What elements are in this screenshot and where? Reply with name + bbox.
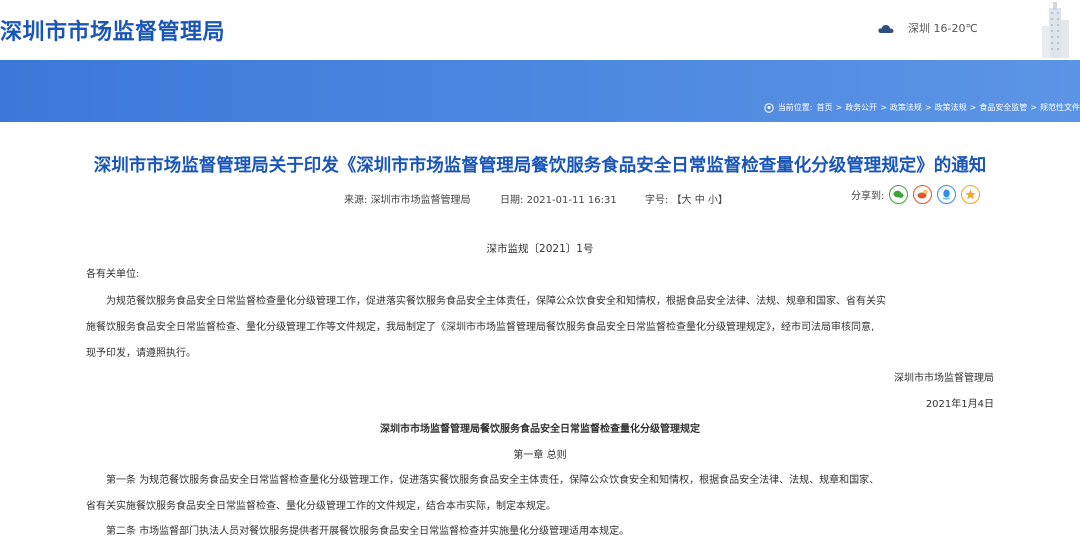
date-info: 日期: 2021-01-11 16:31 <box>500 191 617 206</box>
breadcrumb-item-food-safety[interactable]: 食品安全监管 <box>979 102 1027 113</box>
sign-date: 2021年1月4日 <box>925 399 994 410</box>
breadcrumb-separator: > <box>969 103 977 112</box>
breadcrumb: 当前位置: 首页 > 政务公开 > 政策法规 > 政策法规 > 食品安全监管 >… <box>764 102 1080 113</box>
source-value: 深圳市市场监督管理局 <box>370 195 471 206</box>
breadcrumb-item-normative-docs[interactable]: 规范性文件 <box>1040 102 1080 113</box>
qq-share-icon[interactable] <box>937 185 957 204</box>
date-value: 2021-01-11 16:31 <box>526 195 617 206</box>
breadcrumb-item-policy[interactable]: 政策法规 <box>890 102 922 113</box>
cloud-icon <box>878 24 894 33</box>
article-line: 省有关实施餐饮服务食品安全日常监督检查、量化分级管理工作的文件规定，结合本市实际… <box>86 501 556 512</box>
article-line: 第一条 为规范餐饮服务食品安全日常监督检查量化分级管理工作，促进落实餐饮服务食品… <box>106 475 880 486</box>
font-size-switcher: 字号: 【大 中 小】 <box>645 191 728 206</box>
wechat-share-icon[interactable] <box>889 185 909 204</box>
building-icon <box>1042 2 1069 58</box>
chapter-heading: 第一章 总则 <box>513 450 567 461</box>
share-label: 分享到: <box>851 191 885 202</box>
font-size-label: 字号: <box>645 195 669 206</box>
source-label: 来源: <box>344 195 368 206</box>
article-title: 深圳市市场监督管理局关于印发《深圳市市场监督管理局餐饮服务食品安全日常监督检查量… <box>93 156 987 176</box>
document-number: 深市监规〔2021〕1号 <box>486 243 594 255</box>
paragraph-line: 为规范餐饮服务食品安全日常监督检查量化分级管理工作，促进落实餐饮服务食品安全主体… <box>106 296 886 307</box>
paragraph-line: 施餐饮服务食品安全日常监督检查、量化分级管理工作等文件规定，我局制定了《深圳市市… <box>86 322 875 333</box>
breadcrumb-prefix: 当前位置: <box>777 103 813 112</box>
site-title[interactable]: 深圳市市场监督管理局 <box>0 14 225 46</box>
breadcrumb-item-home[interactable]: 首页 <box>816 102 832 113</box>
share-bar: 分享到: <box>851 185 981 204</box>
regulation-title: 深圳市市场监督管理局餐饮服务食品安全日常监督检查量化分级管理规定 <box>380 424 700 435</box>
breadcrumb-separator: > <box>924 103 932 112</box>
location-pin-icon <box>764 102 774 113</box>
breadcrumb-separator: > <box>835 103 843 112</box>
top-header: 深圳市市场监督管理局 深圳 16-20℃ <box>0 0 1080 60</box>
date-label: 日期: <box>500 195 524 206</box>
breadcrumb-item-policy-2[interactable]: 政策法规 <box>935 102 967 113</box>
breadcrumb-separator: > <box>880 103 887 112</box>
article-line: 第二条 市场监督部门执法人员对餐饮服务提供者开展餐饮服务食品安全日常监督检查并实… <box>106 526 630 537</box>
weibo-share-icon[interactable] <box>913 185 933 204</box>
weather-widget: 深圳 16-20℃ <box>878 20 978 36</box>
breadcrumb-separator: > <box>1030 103 1037 112</box>
qzone-share-icon[interactable] <box>961 185 981 204</box>
weather-text: 深圳 16-20℃ <box>908 22 978 35</box>
breadcrumb-item-gov-affairs[interactable]: 政务公开 <box>845 102 877 113</box>
source-info: 来源: 深圳市市场监督管理局 <box>344 191 471 206</box>
font-size-options[interactable]: 【大 中 小】 <box>672 195 728 206</box>
paragraph-line: 现予印发，请遵照执行。 <box>86 348 196 359</box>
salutation: 各有关单位: <box>86 269 140 280</box>
signature: 深圳市市场监督管理局 <box>894 373 994 384</box>
